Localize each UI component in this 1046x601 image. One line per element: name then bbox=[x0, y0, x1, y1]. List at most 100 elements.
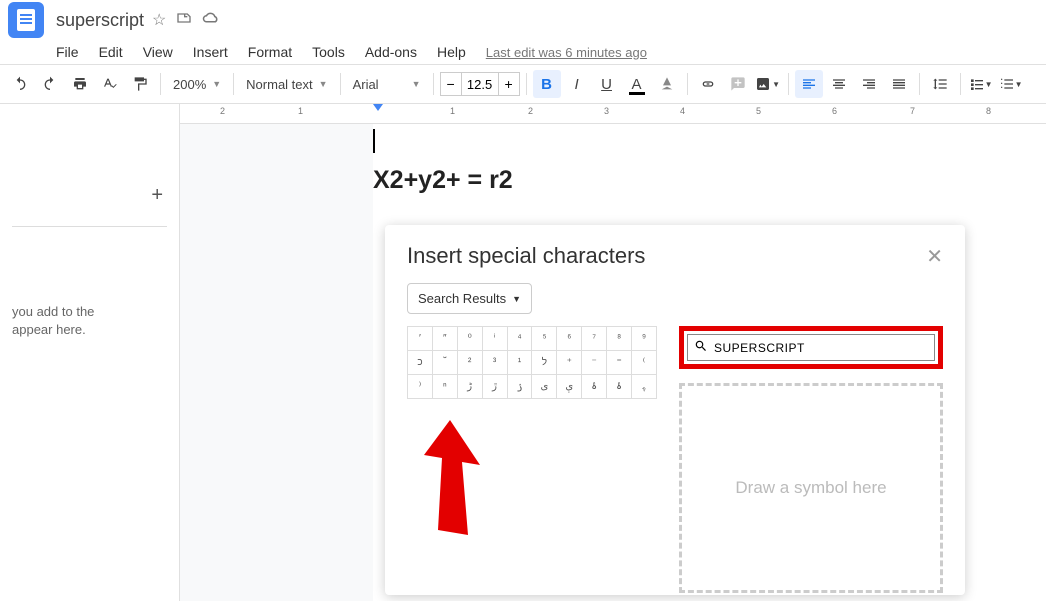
text-color-button[interactable]: A bbox=[623, 70, 651, 98]
insert-link-button[interactable] bbox=[694, 70, 722, 98]
ruler-mark: 4 bbox=[680, 106, 685, 116]
spellcheck-button[interactable] bbox=[96, 70, 124, 98]
font-size-decrease[interactable]: − bbox=[440, 72, 462, 96]
sidebar-hint: you add to the appear here. bbox=[12, 303, 167, 339]
character-cell[interactable]: ³ bbox=[482, 351, 507, 375]
character-cell[interactable]: ⁼ bbox=[607, 351, 632, 375]
docs-logo-icon[interactable] bbox=[8, 2, 44, 38]
character-cell[interactable]: ⁸ bbox=[607, 327, 632, 351]
character-cell[interactable]: ⁱ bbox=[482, 327, 507, 351]
ruler-mark: 1 bbox=[450, 106, 455, 116]
menu-view[interactable]: View bbox=[135, 42, 181, 62]
character-cell[interactable]: ﮩ bbox=[632, 375, 657, 399]
character-cell[interactable]: ۀ bbox=[582, 375, 607, 399]
underline-button[interactable]: U bbox=[593, 70, 621, 98]
undo-button[interactable] bbox=[6, 70, 34, 98]
align-right-button[interactable] bbox=[855, 70, 883, 98]
menu-format[interactable]: Format bbox=[240, 42, 300, 62]
character-cell[interactable]: ﬥ bbox=[532, 351, 557, 375]
character-cell[interactable]: ڙ bbox=[482, 375, 507, 399]
ruler-mark: 6 bbox=[832, 106, 837, 116]
character-cell[interactable]: ی bbox=[532, 375, 557, 399]
font-size-group: − + bbox=[440, 72, 520, 96]
first-line-indent-marker[interactable] bbox=[373, 104, 383, 111]
font-size-input[interactable] bbox=[462, 72, 498, 96]
cloud-status-icon[interactable] bbox=[202, 10, 220, 31]
font-select[interactable]: Arial▼ bbox=[347, 70, 427, 98]
redo-button[interactable] bbox=[36, 70, 64, 98]
menu-help[interactable]: Help bbox=[429, 42, 474, 62]
special-characters-dialog: Insert special characters ✕ Search Resul… bbox=[385, 225, 965, 595]
character-cell[interactable]: ′ bbox=[408, 327, 433, 351]
character-cell[interactable]: ⁿ bbox=[432, 375, 457, 399]
character-cell[interactable]: ⁾ bbox=[408, 375, 433, 399]
zoom-select[interactable]: 200%▼ bbox=[167, 70, 227, 98]
ruler-mark: 2 bbox=[220, 106, 225, 116]
ruler-mark: 1 bbox=[298, 106, 303, 116]
character-cell[interactable]: ۂ bbox=[607, 375, 632, 399]
character-cell[interactable]: ⁶ bbox=[557, 327, 582, 351]
insert-image-button[interactable]: ▼ bbox=[754, 70, 782, 98]
ruler[interactable]: 2 1 1 2 3 4 5 6 7 8 bbox=[180, 104, 1046, 124]
menu-insert[interactable]: Insert bbox=[185, 42, 236, 62]
character-cell[interactable]: ⁷ bbox=[582, 327, 607, 351]
titlebar: superscript ☆ bbox=[0, 0, 1046, 40]
character-cell[interactable]: ڑ bbox=[457, 375, 482, 399]
search-box bbox=[687, 334, 935, 361]
print-button[interactable] bbox=[66, 70, 94, 98]
close-button[interactable]: ✕ bbox=[926, 244, 943, 269]
align-center-button[interactable] bbox=[825, 70, 853, 98]
add-comment-button[interactable] bbox=[724, 70, 752, 98]
move-icon[interactable] bbox=[176, 10, 192, 31]
menu-file[interactable]: File bbox=[48, 42, 87, 62]
character-cell[interactable]: ⁺ bbox=[557, 351, 582, 375]
character-cell[interactable]: ⁴ bbox=[507, 327, 532, 351]
menu-tools[interactable]: Tools bbox=[304, 42, 353, 62]
add-outline-button[interactable]: + bbox=[151, 184, 163, 207]
last-edit-info[interactable]: Last edit was 6 minutes ago bbox=[486, 45, 647, 60]
character-cell[interactable]: ﬞ bbox=[432, 351, 457, 375]
align-justify-button[interactable] bbox=[885, 70, 913, 98]
document-title[interactable]: superscript bbox=[56, 10, 144, 31]
star-icon[interactable]: ☆ bbox=[152, 10, 166, 31]
paint-format-button[interactable] bbox=[126, 70, 154, 98]
character-cell[interactable]: ې bbox=[557, 375, 582, 399]
search-icon bbox=[694, 339, 708, 356]
character-cell[interactable]: ⁵ bbox=[532, 327, 557, 351]
ruler-mark: 2 bbox=[528, 106, 533, 116]
document-text[interactable]: X2+y2+ = r2 bbox=[373, 166, 513, 195]
style-select[interactable]: Normal text▼ bbox=[240, 70, 333, 98]
font-size-increase[interactable]: + bbox=[498, 72, 520, 96]
italic-button[interactable]: I bbox=[563, 70, 591, 98]
ruler-mark: 8 bbox=[986, 106, 991, 116]
checklist-button[interactable]: ▼ bbox=[967, 70, 995, 98]
character-grid: ′″⁰ⁱ⁴⁵⁶⁷⁸⁹ ﬤﬞ²³¹ﬥ⁺⁻⁼⁽ ⁾ⁿڑڙۯیېۀۂﮩ bbox=[407, 326, 657, 593]
category-dropdown[interactable]: Search Results ▼ bbox=[407, 283, 532, 314]
line-spacing-button[interactable] bbox=[926, 70, 954, 98]
character-cell[interactable]: ⁹ bbox=[632, 327, 657, 351]
bulleted-list-button[interactable]: ▼ bbox=[997, 70, 1025, 98]
character-cell[interactable]: ⁻ bbox=[582, 351, 607, 375]
menubar: File Edit View Insert Format Tools Add-o… bbox=[0, 40, 1046, 64]
character-cell[interactable]: ۯ bbox=[507, 375, 532, 399]
menu-edit[interactable]: Edit bbox=[91, 42, 131, 62]
search-input[interactable] bbox=[714, 341, 928, 355]
ruler-mark: 3 bbox=[604, 106, 609, 116]
character-cell[interactable]: ﬤ bbox=[408, 351, 433, 375]
character-cell[interactable]: ″ bbox=[432, 327, 457, 351]
character-cell[interactable]: ² bbox=[457, 351, 482, 375]
menu-addons[interactable]: Add-ons bbox=[357, 42, 425, 62]
bold-button[interactable]: B bbox=[533, 70, 561, 98]
align-left-button[interactable] bbox=[795, 70, 823, 98]
character-cell[interactable]: ⁽ bbox=[632, 351, 657, 375]
dialog-title: Insert special characters bbox=[407, 243, 645, 269]
character-cell[interactable]: ¹ bbox=[507, 351, 532, 375]
ruler-mark: 5 bbox=[756, 106, 761, 116]
draw-symbol-box[interactable]: Draw a symbol here bbox=[679, 383, 943, 593]
sidebar-outline: + you add to the appear here. bbox=[0, 104, 180, 601]
search-highlight bbox=[679, 326, 943, 369]
toolbar: 200%▼ Normal text▼ Arial▼ − + B I U A ▼ … bbox=[0, 64, 1046, 104]
ruler-mark: 7 bbox=[910, 106, 915, 116]
highlight-button[interactable] bbox=[653, 70, 681, 98]
character-cell[interactable]: ⁰ bbox=[457, 327, 482, 351]
